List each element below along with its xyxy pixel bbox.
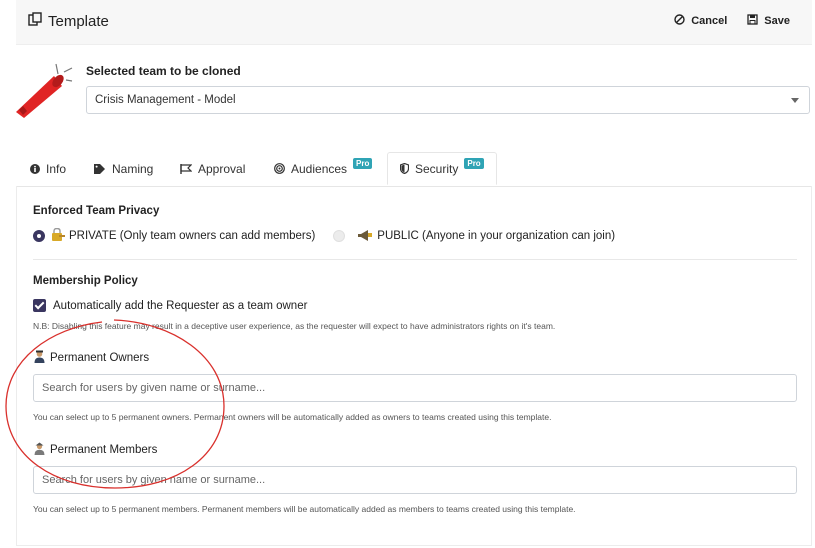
tab-approval[interactable]: Approval: [180, 152, 245, 185]
tab-audiences-label: Audiences: [291, 161, 348, 176]
tab-audiences[interactable]: Audiences Pro: [274, 152, 373, 185]
template-icon: [28, 12, 42, 30]
tab-bar: Info Naming Approval Audiences Pro Secur…: [16, 152, 812, 187]
private-radio[interactable]: [33, 230, 45, 242]
shield-icon: [400, 163, 409, 174]
tag-icon: [94, 163, 105, 174]
team-select-dropdown[interactable]: Crisis Management - Model: [86, 86, 810, 114]
permanent-members-label: Permanent Members: [50, 444, 158, 456]
auto-owner-label: Automatically add the Requester as a tea…: [53, 299, 308, 312]
flag-icon: [180, 163, 192, 174]
private-option-label: PRIVATE (Only team owners can add member…: [69, 230, 316, 242]
owners-search-input[interactable]: [42, 382, 788, 394]
permanent-owners-heading: Permanent Owners: [33, 350, 149, 366]
members-search-input[interactable]: [42, 474, 788, 486]
members-search-field[interactable]: [33, 466, 797, 494]
members-help-text: You can select up to 5 permanent members…: [33, 504, 576, 514]
save-button[interactable]: Save: [747, 14, 790, 28]
public-radio[interactable]: [333, 230, 346, 242]
header-bar: Template Cancel Save: [16, 0, 812, 45]
caret-down-icon: [791, 98, 799, 103]
member-person-icon: [33, 442, 46, 458]
section-divider: [33, 259, 797, 260]
privacy-options: PRIVATE (Only team owners can add member…: [33, 227, 616, 244]
save-label: Save: [764, 15, 790, 27]
security-panel: Enforced Team Privacy PRIVATE (Only team…: [16, 186, 812, 546]
owners-help-text: You can select up to 5 permanent owners.…: [33, 412, 552, 422]
permanent-members-heading: Permanent Members: [33, 442, 157, 458]
selected-team-label: Selected team to be cloned: [86, 64, 241, 78]
pro-badge: Pro: [464, 158, 484, 169]
info-icon: [30, 163, 40, 174]
tab-naming-label: Naming: [112, 161, 154, 176]
auto-owner-note: N.B: Disabling this feature may result i…: [33, 321, 556, 331]
target-icon: [274, 163, 285, 174]
page-title: Template: [28, 12, 109, 30]
permanent-owners-label: Permanent Owners: [50, 352, 150, 364]
tab-security[interactable]: Security Pro: [387, 152, 497, 185]
tab-info[interactable]: Info: [30, 152, 66, 185]
pro-badge: Pro: [353, 158, 373, 169]
membership-heading: Membership Policy: [33, 275, 138, 287]
tab-naming[interactable]: Naming: [94, 152, 153, 185]
lock-icon: [51, 227, 65, 244]
cancel-label: Cancel: [691, 15, 728, 27]
announcement-icon: [357, 229, 373, 244]
team-select-value: Crisis Management - Model: [95, 94, 236, 106]
save-icon: [747, 14, 758, 28]
tab-info-label: Info: [46, 161, 67, 176]
tab-security-label: Security: [415, 161, 459, 176]
owners-search-field[interactable]: [33, 374, 797, 402]
cancel-button[interactable]: Cancel: [674, 14, 727, 28]
tab-approval-label: Approval: [198, 161, 246, 176]
page-title-text: Template: [48, 12, 109, 30]
megaphone-icon: [16, 63, 73, 118]
auto-owner-checkbox[interactable]: [33, 299, 46, 312]
public-option-label: PUBLIC (Anyone in your organization can …: [377, 230, 616, 242]
cancel-icon: [674, 14, 685, 28]
auto-owner-option: Automatically add the Requester as a tea…: [33, 299, 307, 312]
owner-person-icon: [33, 350, 46, 366]
privacy-heading: Enforced Team Privacy: [33, 205, 160, 217]
